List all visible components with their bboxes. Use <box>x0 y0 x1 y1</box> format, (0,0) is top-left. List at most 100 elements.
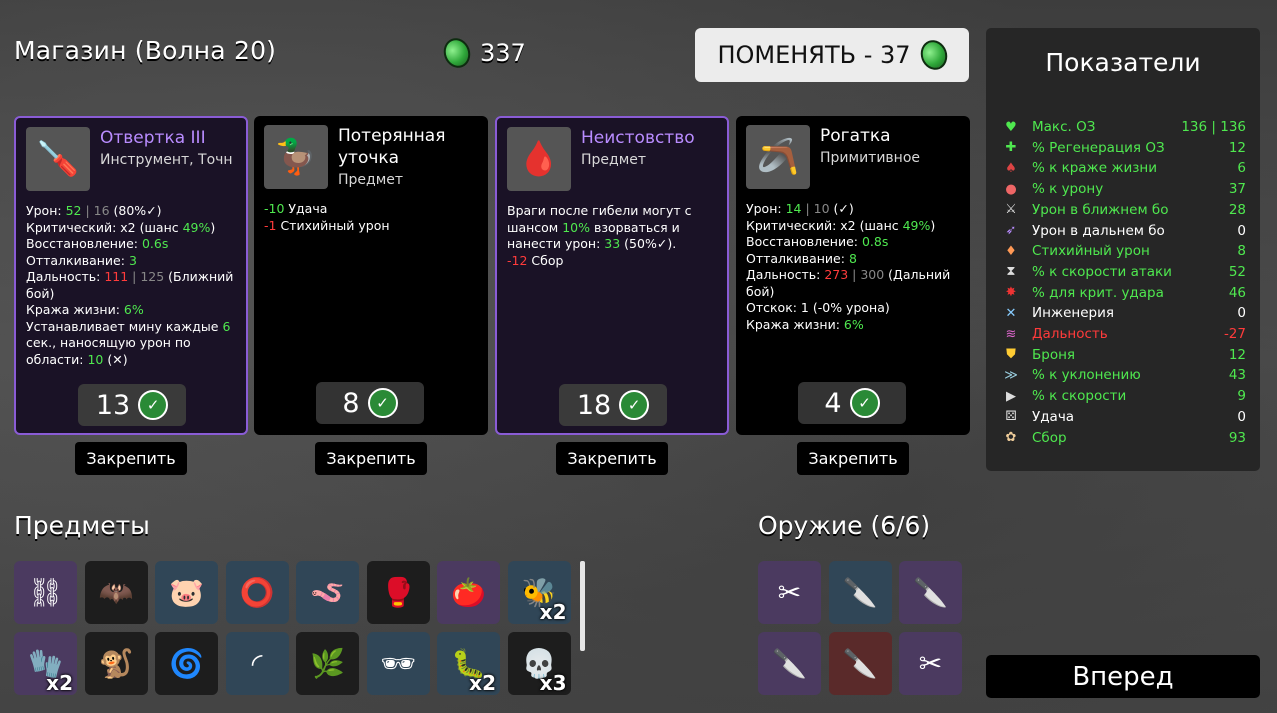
stat-value: 12 <box>1228 346 1246 363</box>
stat-value: 9 <box>1237 388 1246 405</box>
stat-row[interactable]: ♦ Стихийный урон 8 <box>1002 241 1246 261</box>
stat-icon: ♥ <box>1005 119 1017 135</box>
desc-line: Критический: x2 (шанс 49%) <box>746 218 961 235</box>
inventory-item-slot[interactable]: ⭕ <box>225 561 289 624</box>
stat-row[interactable]: ✿ Сбор 93 <box>1002 428 1246 448</box>
inventory-item-slot[interactable]: 🐒 <box>84 632 148 695</box>
lock-button[interactable]: Закрепить <box>556 442 668 475</box>
stack-count: x2 <box>469 671 496 695</box>
boxing-glove-icon: 🥊 <box>380 576 416 609</box>
desc-line: Критический: x2 (шанс 49%) <box>26 220 241 237</box>
stat-row[interactable]: ≋ Дальность -27 <box>1002 324 1246 344</box>
stat-row[interactable]: ♥ Макс. ОЗ 136 | 136 <box>1002 117 1246 137</box>
money-value: 337 <box>480 39 526 67</box>
desc-text: 111 <box>104 269 129 284</box>
stat-label: Дальность <box>1032 326 1108 342</box>
stat-icon: ⚄ <box>1005 409 1017 425</box>
buy-price-button[interactable]: 18 ✓ <box>559 384 667 426</box>
stat-row[interactable]: ➶ Урон в дальнем бо 0 <box>1002 221 1246 241</box>
stat-row[interactable]: ⚄ Удача 0 <box>1002 407 1246 427</box>
lock-button[interactable]: Закрепить <box>75 442 187 475</box>
stat-label: % к урону <box>1032 181 1104 198</box>
stat-value: 136 | 136 <box>1181 119 1246 135</box>
desc-text: 0.8s <box>861 234 889 249</box>
stat-value: 0 <box>1237 222 1246 239</box>
inventory-item-slot[interactable]: ⛓ <box>14 561 77 624</box>
desc-text: 49% <box>902 217 931 233</box>
desc-text: ✕ <box>112 351 123 367</box>
money-display: 337 <box>439 34 526 72</box>
desc-line: -12 Сбор <box>507 253 722 270</box>
inventory-item-slot[interactable]: 🌿 <box>296 632 359 695</box>
stat-row[interactable]: ⧗ % к скорости атаки 52 <box>1002 262 1246 282</box>
inventory-item-slot[interactable]: 🧤 x2 <box>14 632 77 695</box>
inventory-item-slot[interactable]: 🕶 <box>366 632 430 695</box>
desc-text: ) <box>156 203 162 218</box>
desc-text: | <box>801 201 814 216</box>
reroll-button[interactable]: ПОМЕНЯТЬ - 37 <box>695 28 969 82</box>
inventory-item-slot[interactable]: 🐷 <box>155 561 218 624</box>
desc-line: Отскок: 1 (-0% урона) <box>746 300 961 317</box>
inventory-item-slot[interactable]: 🪱 <box>296 561 359 624</box>
reroll-label: ПОМЕНЯТЬ - 37 <box>717 41 911 69</box>
desc-text: 10 <box>813 201 830 216</box>
desc-text: Дальность: <box>746 267 825 282</box>
inventory-item-slot[interactable]: 🐝 x2 <box>507 561 571 624</box>
items-scrollbar[interactable] <box>580 561 585 651</box>
lock-button[interactable]: Закрепить <box>315 442 427 475</box>
stat-value: 37 <box>1228 181 1246 198</box>
stat-label: Сбор <box>1032 429 1067 446</box>
stat-icon: ● <box>1005 181 1017 197</box>
weapon-slot[interactable]: 🔪 <box>828 561 892 624</box>
weapon-slot[interactable]: 🔪 <box>828 632 892 695</box>
desc-text: Критический: x2 (шанс <box>746 217 903 233</box>
material-icon: ✓ <box>367 388 398 418</box>
shop-card[interactable]: 🪛 Отвертка III Инструмент, Точн Урон: 52 | … <box>14 116 248 435</box>
weapon-slot[interactable]: 🔪 <box>899 561 962 624</box>
desc-line: Дальность: 273 | 300 (Дальний бой) <box>746 267 961 300</box>
inventory-item-slot[interactable]: 🐛 x2 <box>437 632 500 695</box>
stat-row[interactable]: ▶ % к скорости 9 <box>1002 386 1246 406</box>
stat-row[interactable]: ≫ % к уклонению 43 <box>1002 365 1246 385</box>
desc-line: Дальность: 111 | 125 (Ближний бой) <box>26 269 241 302</box>
stat-row[interactable]: ⚔ Урон в ближнем бо 28 <box>1002 200 1246 220</box>
desc-text: Критический: x2 (шанс <box>26 219 183 235</box>
stat-icon: ✿ <box>1005 430 1017 445</box>
shop-card[interactable]: 🦆 Потерянная уточка Предмет -10 Удача -1 Сти… <box>254 116 488 435</box>
shop-card[interactable]: 🩸 Неистовство Предмет Враги после гибели мо… <box>495 116 729 435</box>
piggy-bank-icon: 🐷 <box>169 576 204 609</box>
shop-card[interactable]: 🪃 Рогатка Примитивное Урон: 14 | 10 (✓) Крит… <box>736 116 970 435</box>
stat-row[interactable]: ✸ % для крит. удара 46 <box>1002 283 1246 303</box>
weapon-slot[interactable]: 🔪 <box>758 632 821 695</box>
go-button[interactable]: Вперед <box>986 655 1260 698</box>
buy-price-button[interactable]: 8 ✓ <box>316 382 424 424</box>
glasses-icon: 🕶 <box>380 647 416 680</box>
weapon-slot[interactable]: ✂ <box>899 632 962 695</box>
buy-price-button[interactable]: 13 ✓ <box>78 384 186 426</box>
inventory-item-slot[interactable]: 🥊 <box>366 561 430 624</box>
stat-label: Стихийный урон <box>1032 243 1150 260</box>
desc-text: 6% <box>123 302 144 317</box>
inventory-item-slot[interactable]: 🦇 <box>84 561 148 624</box>
stat-row[interactable]: ♠ % к краже жизни 6 <box>1002 158 1246 178</box>
inventory-item-slot[interactable]: 💀 x3 <box>507 632 571 695</box>
desc-line: -1 Стихийный урон <box>264 218 479 235</box>
weapon-slot[interactable]: ✂ <box>758 561 821 624</box>
item-type: Инструмент, Точн <box>100 152 233 168</box>
desc-line: Отталкивание: 3 <box>26 253 241 270</box>
desc-text: -1 <box>264 217 277 233</box>
stat-row[interactable]: ✕ Инженерия 0 <box>1002 303 1246 323</box>
stat-row[interactable]: ✚ % Регенерация ОЗ 12 <box>1002 138 1246 158</box>
desc-text: Урон: <box>26 203 66 218</box>
item-icon: 🩸 <box>507 127 571 191</box>
inventory-item-slot[interactable]: ◜ <box>225 632 289 695</box>
stat-icon: ♠ <box>1005 160 1017 176</box>
stat-row[interactable]: ● % к урону 37 <box>1002 179 1246 199</box>
lock-button[interactable]: Закрепить <box>797 442 909 475</box>
inventory-item-slot[interactable]: 🍅 <box>437 561 500 624</box>
blade-icon: ◜ <box>251 647 263 680</box>
inventory-item-slot[interactable]: 🌀 <box>155 632 218 695</box>
desc-text: 300 <box>860 267 885 282</box>
buy-price-button[interactable]: 4 ✓ <box>798 382 906 424</box>
stat-row[interactable]: ⛊ Броня 12 <box>1002 345 1246 365</box>
